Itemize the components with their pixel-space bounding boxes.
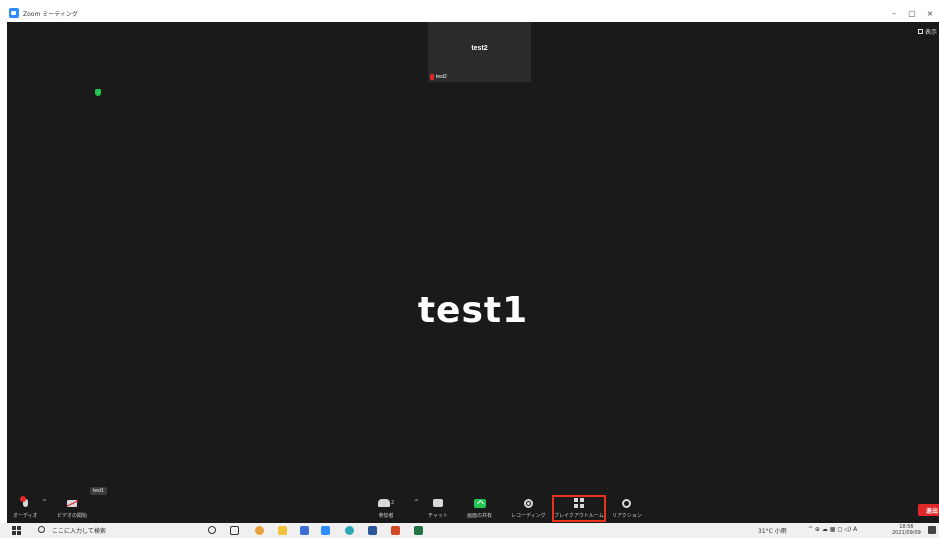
start-video-button[interactable]: ビデオの開始 [57,497,87,519]
audio-options-caret[interactable]: ^ [42,499,47,506]
security-shield-icon[interactable] [95,89,101,96]
maximize-button[interactable]: ▢ [903,9,921,18]
search-icon[interactable] [38,526,45,533]
share-screen-icon [473,498,486,508]
participants-options-caret[interactable]: ^ [414,499,419,506]
task-view-icon[interactable] [230,526,239,535]
reaction-label: リアクション [612,513,642,519]
breakout-rooms-icon [573,498,584,508]
notification-icon[interactable] [928,526,936,534]
record-button[interactable]: レコーディング [511,497,546,519]
taskbar-search-input[interactable]: ここに入力して検索 [52,526,106,535]
system-tray-icons[interactable]: ^ ⊕ ☁ ▦ ◻ ◁) A [808,526,857,533]
reaction-icon [622,498,632,508]
participants-button[interactable]: 2 参加者 [378,497,394,519]
taskbar-clock[interactable]: 18:56 2021/09/09 [892,524,921,536]
thumbnail-label-text: test2 [436,74,447,80]
meeting-area: 表示 test2 test2 test1 test1 [7,22,939,495]
windows-start-icon[interactable] [12,526,21,535]
video-off-icon [67,499,77,507]
window-title: Zoom ミーティング [23,10,78,18]
microphone-icon [19,496,28,507]
minimize-button[interactable]: – [885,9,903,18]
title-bar: Zoom ミーティング – ▢ × [0,4,939,22]
participants-label: 参加者 [378,513,394,519]
participant-thumbnail[interactable]: test2 test2 [428,22,531,82]
window-controls: – ▢ × [885,4,939,22]
chat-icon [432,499,443,507]
record-icon [523,498,533,508]
zoom-taskbar-icon[interactable] [321,526,330,535]
participants-icon [378,499,390,507]
word-icon[interactable] [368,526,377,535]
edge-icon[interactable] [345,526,354,535]
breakout-label: ブレイクアウトルーム [554,513,604,519]
muted-mic-icon [430,74,434,80]
weather-widget[interactable]: 31°C 小雨 [758,526,787,535]
clock-date: 2021/09/09 [892,530,921,536]
view-button-label: 表示 [924,29,937,36]
breakout-rooms-button[interactable]: ブレイクアウトルーム [554,497,604,519]
meeting-toolbar: オーディオ ^ ビデオの開始 2 参加者 ^ チャット 画面の共有 レコーディン… [7,495,939,523]
audio-label: オーディオ [13,513,38,519]
thumbnail-name: test2 [471,45,488,52]
video-label: ビデオの開始 [57,513,88,519]
leave-meeting-button[interactable]: 退出 [918,504,939,516]
excel-icon[interactable] [414,526,423,535]
app-icon[interactable] [300,526,309,535]
participants-count: 2 [391,500,395,506]
audio-button[interactable]: オーディオ [13,496,38,519]
active-speaker-name: test1 [417,290,529,331]
thumbnail-label: test2 [430,74,447,80]
chrome-icon[interactable] [255,526,264,535]
grid-icon [917,29,923,34]
close-button[interactable]: × [921,9,939,18]
cortana-icon[interactable] [208,526,216,534]
zoom-app-icon [9,8,19,18]
share-screen-button[interactable]: 画面の共有 [467,497,492,519]
share-label: 画面の共有 [467,513,493,519]
file-explorer-icon[interactable] [278,526,287,535]
reactions-button[interactable]: リアクション [612,497,642,519]
powerpoint-icon[interactable] [391,526,400,535]
windows-taskbar: ここに入力して検索 31°C 小雨 ^ ⊕ ☁ ▦ ◻ ◁) A 18:56 2… [0,523,939,538]
name-tooltip: test1 [90,487,107,495]
view-button[interactable]: 表示 [917,27,937,36]
record-label: レコーディング [511,513,546,519]
chat-button[interactable]: チャット [428,497,448,519]
chat-label: チャット [428,513,448,519]
